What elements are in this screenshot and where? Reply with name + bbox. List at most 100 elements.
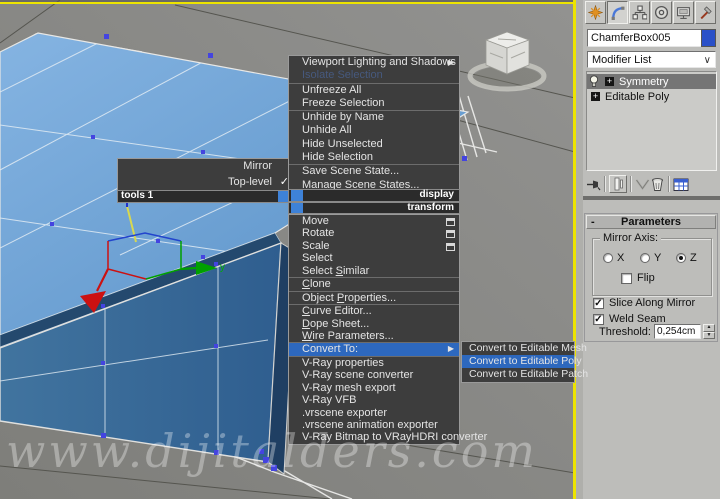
mirror-axis-label: Mirror Axis: <box>600 232 661 244</box>
menu-item-dope-sheet[interactable]: Dope Sheet... <box>289 318 459 330</box>
quad-indicator-square <box>291 190 303 201</box>
quad-title-tools[interactable]: tools 1 <box>117 190 291 203</box>
slice-along-mirror-row[interactable]: ✓ Slice Along Mirror <box>593 297 695 309</box>
convert-to-submenu: Convert to Editable Mesh Convert to Edit… <box>461 341 588 383</box>
menu-item-convert-editable-poly[interactable]: Convert to Editable Poly <box>462 355 582 369</box>
command-panel-tabs <box>585 1 717 24</box>
menu-item-select[interactable]: Select <box>289 252 459 264</box>
collapse-minus-icon: - <box>591 216 595 228</box>
command-panel: ChamferBox005 Modifier List ∨ + Symmetry… <box>583 0 720 499</box>
threshold-spinner: ▲ ▼ <box>703 324 715 339</box>
expand-plus-icon[interactable]: + <box>605 77 614 86</box>
object-color-swatch[interactable] <box>701 29 716 47</box>
create-star-icon <box>588 5 603 20</box>
show-end-result-button[interactable] <box>609 175 627 193</box>
menu-item-object-properties[interactable]: Object Properties... <box>289 292 459 304</box>
menu-item-wire-parameters[interactable]: Wire Parameters... <box>289 330 459 342</box>
tab-modify[interactable] <box>607 1 628 24</box>
menu-item-vray-mesh-export[interactable]: V-Ray mesh export <box>289 382 459 394</box>
menu-item-vray-properties[interactable]: V-Ray properties <box>289 357 459 369</box>
parameters-rollout-header[interactable]: - Parameters <box>586 215 716 229</box>
menu-item-move[interactable]: Move <box>289 215 459 227</box>
menu-item-scale[interactable]: Scale <box>289 240 459 252</box>
menu-item-unhide-by-name[interactable]: Unhide by Name <box>289 111 459 124</box>
display-monitor-icon <box>677 7 690 19</box>
menu-item-hide-unselected[interactable]: Hide Unselected <box>289 138 459 151</box>
menu-item-viewport-lighting[interactable]: Viewport Lighting and Shadows ▶ <box>289 56 459 69</box>
radio-icon-selected[interactable] <box>676 253 686 263</box>
radio-axis-z[interactable]: Z <box>676 252 697 264</box>
modifier-onoff-bulb-icon[interactable] <box>589 75 601 88</box>
motion-wheel-icon <box>654 5 669 20</box>
pin-stack-icon[interactable] <box>586 177 601 192</box>
quad-menu-display: Viewport Lighting and Shadows ▶ Isolate … <box>288 55 460 193</box>
tab-hierarchy[interactable] <box>629 1 650 24</box>
weld-checkbox[interactable]: ✓ <box>593 313 604 325</box>
toolbar-divider <box>604 176 606 192</box>
menu-item-convert-to[interactable]: Convert To: ▶ <box>289 343 459 356</box>
application-window: y Mirror Top-level ✓ tools 1 Viewport Li… <box>0 0 720 499</box>
menu-item-clone[interactable]: Clone <box>289 278 459 290</box>
modify-curve-icon <box>611 6 625 20</box>
quad-title-display[interactable]: display <box>288 189 460 202</box>
radio-icon[interactable] <box>603 253 613 263</box>
menu-item-rotate[interactable]: Rotate <box>289 227 459 239</box>
menu-item-unhide-all[interactable]: Unhide All <box>289 124 459 137</box>
tab-utilities[interactable] <box>695 1 716 24</box>
object-name-field[interactable]: ChamferBox005 <box>587 29 704 47</box>
spinner-up-icon[interactable]: ▲ <box>703 324 715 332</box>
radio-axis-x[interactable]: X <box>603 252 624 264</box>
settings-box-icon[interactable] <box>446 230 455 239</box>
radio-axis-y[interactable]: Y <box>640 252 661 264</box>
menu-item-vrscene-animation-exporter[interactable]: .vrscene animation exporter <box>289 419 459 431</box>
settings-box-icon[interactable] <box>446 242 455 251</box>
tab-motion[interactable] <box>651 1 672 24</box>
modifier-stack-row-editable-poly[interactable]: + Editable Poly <box>587 89 716 104</box>
menu-item-vray-vfb[interactable]: V-Ray VFB <box>289 394 459 406</box>
modifier-stack: + Symmetry + Editable Poly <box>586 71 717 171</box>
modifier-list-dropdown[interactable]: Modifier List ∨ <box>587 51 716 68</box>
utilities-hammer-icon <box>700 6 712 20</box>
toolbar-divider <box>630 176 632 192</box>
menu-item-save-scene-state[interactable]: Save Scene State... <box>289 165 459 178</box>
slice-checkbox[interactable]: ✓ <box>593 297 604 309</box>
menu-item-mirror[interactable]: Mirror <box>118 159 294 175</box>
panel-divider <box>583 196 720 200</box>
modifier-stack-row-symmetry[interactable]: + Symmetry <box>587 74 716 89</box>
configure-modifier-sets-icon[interactable] <box>673 177 689 192</box>
menu-item-vray-scene-converter[interactable]: V-Ray scene converter <box>289 369 459 381</box>
menu-item-isolate-selection[interactable]: Isolate Selection <box>289 69 459 82</box>
menu-item-unfreeze-all[interactable]: Unfreeze All <box>289 84 459 97</box>
hierarchy-icon <box>632 5 647 20</box>
tab-create[interactable] <box>585 1 606 24</box>
menu-item-convert-editable-patch[interactable]: Convert to Editable Patch <box>462 368 588 381</box>
gizmo-y-label: y <box>220 262 225 273</box>
parameters-rollout: - Parameters Mirror Axis: X Y Z Flip ✓ S… <box>584 213 718 342</box>
submenu-arrow-icon: ▶ <box>447 58 454 67</box>
menu-item-hide-selection[interactable]: Hide Selection <box>289 151 459 164</box>
flip-checkbox[interactable] <box>621 272 632 284</box>
menu-item-convert-editable-mesh[interactable]: Convert to Editable Mesh <box>462 342 587 355</box>
settings-box-icon[interactable] <box>446 217 455 226</box>
quad-indicator-square <box>291 202 303 213</box>
remove-modifier-trash-icon[interactable] <box>650 177 665 192</box>
menu-item-vray-bitmap-converter[interactable]: V-Ray Bitmap to VRayHDRI converter <box>289 431 487 443</box>
quad-menu-transform: Move Rotate Scale Select Select Similar … <box>288 214 487 445</box>
submenu-arrow-icon: ▶ <box>447 344 454 354</box>
make-unique-icon[interactable] <box>635 178 650 191</box>
radio-icon[interactable] <box>640 253 650 263</box>
menu-item-freeze-selection[interactable]: Freeze Selection <box>289 97 459 110</box>
threshold-label: Threshold: <box>599 326 651 338</box>
flip-checkbox-row[interactable]: Flip <box>621 272 655 284</box>
modifier-stack-toolbar <box>586 173 717 195</box>
menu-item-vrscene-exporter[interactable]: .vrscene exporter <box>289 407 459 419</box>
spinner-down-icon[interactable]: ▼ <box>703 331 715 339</box>
tab-display[interactable] <box>673 1 694 24</box>
expand-plus-icon[interactable]: + <box>591 92 600 101</box>
quad-menu-tools: Mirror Top-level ✓ <box>117 158 295 192</box>
menu-item-curve-editor[interactable]: Curve Editor... <box>289 305 459 317</box>
threshold-input[interactable]: 0,254cm <box>654 324 701 339</box>
menu-item-top-level[interactable]: Top-level ✓ <box>118 175 294 191</box>
menu-item-select-similar[interactable]: Select Similar <box>289 265 459 277</box>
quad-title-transform[interactable]: transform <box>288 201 460 214</box>
